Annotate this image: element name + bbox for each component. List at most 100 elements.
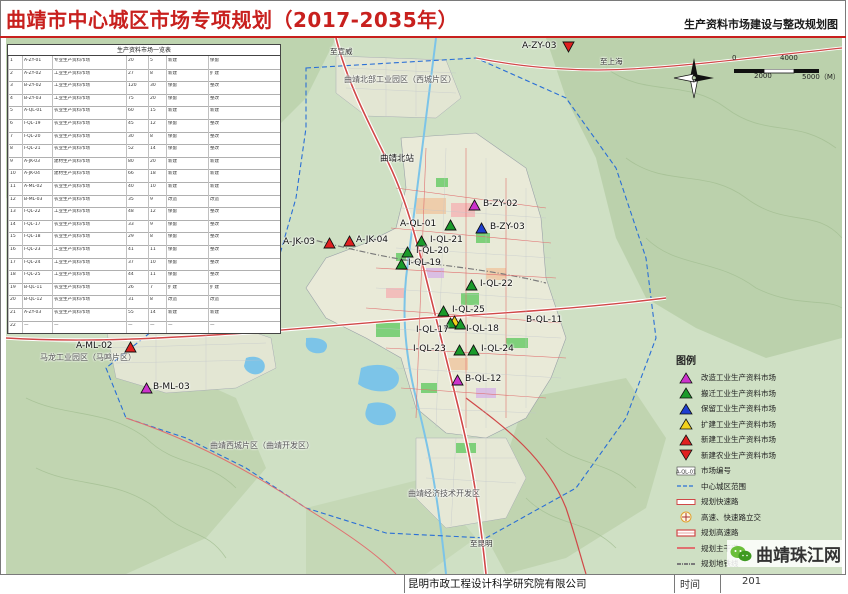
legend-label: 高速、快速路立交 xyxy=(701,512,761,522)
market-marker-a-jk-04[interactable] xyxy=(342,235,356,247)
table-cell: B-QL-11 xyxy=(24,284,43,290)
table-cell: 整改 xyxy=(210,272,219,278)
market-marker-i-ql-18[interactable] xyxy=(453,318,467,330)
table-cell: A-QL-01 xyxy=(24,108,43,114)
table-cell: 新建 xyxy=(168,58,177,63)
table-cell-divider xyxy=(52,282,53,296)
table-cell-divider xyxy=(166,81,167,94)
table-cell-divider xyxy=(208,182,209,195)
table-cell: 52 xyxy=(128,146,134,152)
market-table: 生产资料市场一览表 1 A-ZY-01 专业生产资料市场 20 5 新建 保留 2 A-ZY-0… xyxy=(7,44,281,334)
table-cell: 整改 xyxy=(210,247,219,252)
market-marker-b-zy-03[interactable] xyxy=(474,222,488,234)
table-cell-divider xyxy=(126,106,127,119)
table-cell: 9 xyxy=(150,221,153,227)
table-cell: 扩建 xyxy=(210,284,219,290)
marker-label: I-QL-25 xyxy=(452,305,485,315)
market-marker-i-ql-19[interactable] xyxy=(394,258,408,270)
table-cell: 改造 xyxy=(210,297,219,303)
table-cell-divider xyxy=(126,282,127,296)
place-zone-se: 曲靖经济技术开发区 xyxy=(408,489,480,498)
market-marker-i-ql-24[interactable] xyxy=(466,344,480,356)
table-cell-divider xyxy=(8,119,9,132)
table-cell: 保留 xyxy=(168,234,177,240)
north-arrow-icon xyxy=(672,56,716,104)
table-cell: — xyxy=(128,322,133,328)
table-cell-divider xyxy=(22,207,23,220)
table-cell: 保留 xyxy=(168,121,177,126)
table-cell: I-QL-18 xyxy=(24,234,41,240)
legend-symbol-icon xyxy=(676,558,696,570)
table-cell: 8 xyxy=(150,297,153,303)
table-cell-divider xyxy=(166,270,167,283)
table-cell-divider xyxy=(52,68,53,82)
table-cell-divider xyxy=(22,131,23,145)
footer-organization: 昆明市政工程设计科学研究院有限公司 xyxy=(408,578,587,590)
table-cell-divider xyxy=(166,169,167,182)
table-row: 16 I-QL-23 工业生产资料市场 41 11 保留 整改 xyxy=(8,245,280,259)
legend-label: 中心城区范围 xyxy=(701,481,746,491)
table-cell-divider xyxy=(8,182,9,195)
table-cell: 22 xyxy=(10,322,16,328)
table-cell: 45 xyxy=(128,121,134,126)
table-cell-divider xyxy=(148,245,149,258)
table-cell-divider xyxy=(126,144,127,157)
table-cell: 农业生产资料市场 xyxy=(54,297,90,303)
market-marker-b-zy-02[interactable] xyxy=(467,199,481,211)
page-title: 曲靖市中心城区市场专项规划（2017-2035年） xyxy=(6,8,459,32)
market-marker-b-ql-12[interactable] xyxy=(450,374,464,386)
market-marker-a-jk-03[interactable] xyxy=(322,237,336,249)
table-cell-divider xyxy=(208,68,209,82)
table-cell: 保留 xyxy=(168,272,177,278)
scale-tick-1: 2000 xyxy=(754,72,772,80)
table-cell-divider xyxy=(166,295,167,308)
table-cell-divider xyxy=(22,320,23,333)
legend-label: 新建农业生产资料市场 xyxy=(701,450,776,460)
scale-tick-3: 5000（M） xyxy=(802,73,840,81)
table-cell-divider xyxy=(166,119,167,132)
table-cell: B-ZY-02 xyxy=(24,83,42,89)
table-cell: 工业生产资料市场 xyxy=(54,209,90,215)
table-cell: I-QL-23 xyxy=(24,247,41,252)
table-row: 2 A-ZY-02 工业生产资料市场 27 8 新建 扩建 xyxy=(8,68,280,83)
table-cell-divider xyxy=(126,207,127,220)
table-row: 15 I-QL-18 农业生产资料市场 29 8 保留 整改 xyxy=(8,232,280,246)
table-cell-divider xyxy=(208,320,209,333)
table-cell: 20 xyxy=(10,297,16,303)
table-cell-divider xyxy=(52,295,53,308)
table-cell: B-QL-12 xyxy=(24,297,43,303)
table-cell: 新建 xyxy=(210,171,219,177)
market-marker-i-ql-23[interactable] xyxy=(452,344,466,356)
legend-label: 保留工业生产资料市场 xyxy=(701,404,776,414)
table-cell-divider xyxy=(22,257,23,271)
marker-label: B-ZY-03 xyxy=(490,222,525,232)
table-cell: 工业生产资料市场 xyxy=(54,95,90,101)
table-cell-divider xyxy=(8,194,9,208)
table-cell-divider xyxy=(166,245,167,258)
market-marker-a-zy-03[interactable] xyxy=(561,41,575,53)
table-cell-divider xyxy=(8,144,9,157)
footer-divider xyxy=(720,575,721,593)
marker-label: I-QL-19 xyxy=(408,258,441,268)
table-cell-divider xyxy=(166,56,167,69)
table-cell-divider xyxy=(52,320,53,333)
market-marker-a-ql-01[interactable] xyxy=(443,219,457,231)
table-cell-divider xyxy=(148,219,149,233)
table-cell-divider xyxy=(148,270,149,283)
market-marker-i-ql-20[interactable] xyxy=(400,246,414,258)
table-cell: 整改 xyxy=(210,259,219,265)
table-cell: I-QL-24 xyxy=(24,259,41,265)
market-marker-b-ml-03[interactable] xyxy=(139,382,153,394)
table-cell: B-ML-03 xyxy=(24,196,43,202)
market-marker-a-ml-02[interactable] xyxy=(123,341,137,353)
table-cell-divider xyxy=(166,131,167,145)
market-marker-i-ql-22[interactable] xyxy=(464,279,478,291)
badge-text: 曲靖珠江网 xyxy=(756,546,841,566)
table-cell-divider xyxy=(52,56,53,69)
table-cell: 3 xyxy=(10,83,13,89)
table-cell-divider xyxy=(166,207,167,220)
table-cell-divider xyxy=(22,295,23,308)
table-cell: 29 xyxy=(128,234,134,240)
table-cell-divider xyxy=(208,270,209,283)
table-cell-divider xyxy=(166,182,167,195)
